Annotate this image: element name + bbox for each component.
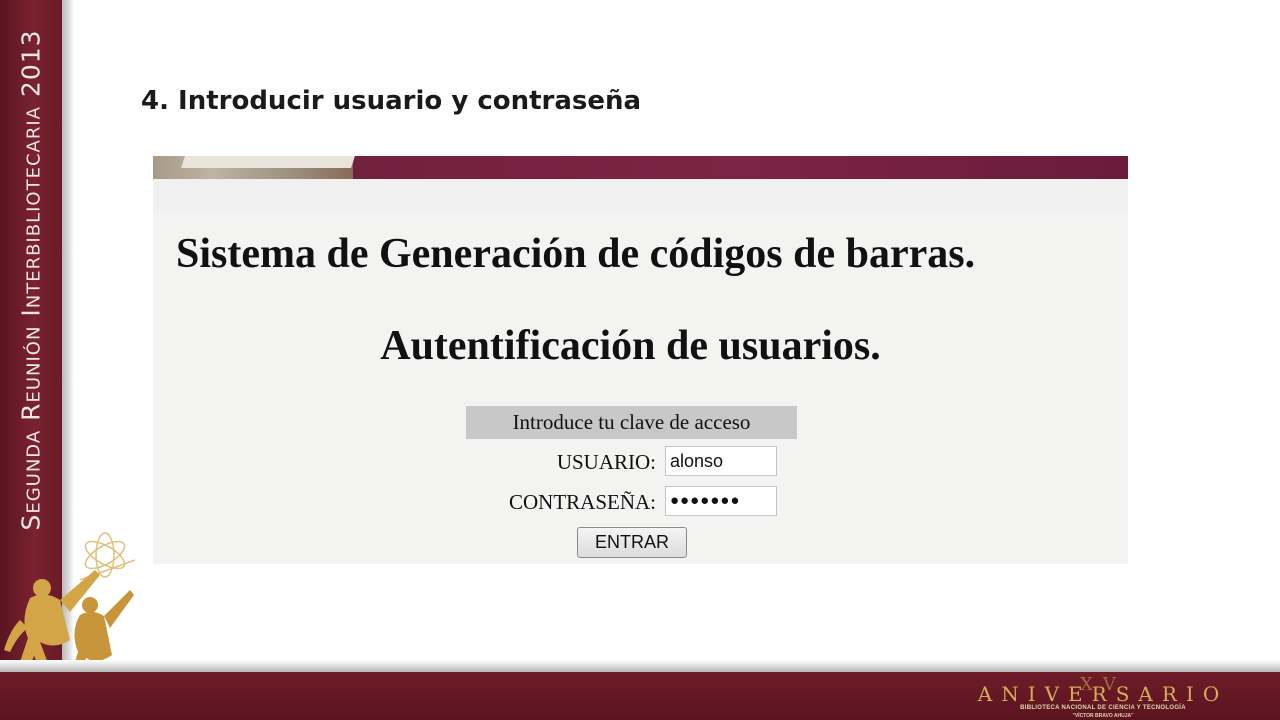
slide-heading: 4. Introducir usuario y contraseña [141, 86, 642, 116]
anniversary-line2: "VÍCTOR BRAVO AHUJA" [1072, 713, 1134, 719]
user-input[interactable]: alonso [665, 446, 777, 476]
user-label: USUARIO: [556, 450, 656, 474]
login-screenshot: Sistema de Generación de códigos de barr… [153, 156, 1128, 564]
enter-button[interactable]: ENTRAR [577, 527, 687, 558]
password-label: CONTRASEÑA: [508, 490, 656, 514]
side-title: Segunda Reunión Interbibliotecaria 2013 [16, 29, 46, 531]
anniversary-word: ANIVERSARIO [977, 682, 1229, 706]
system-title: Sistema de Generación de códigos de barr… [176, 231, 976, 277]
auth-title: Autentificación de usuarios. [380, 323, 881, 369]
banner-card-image [181, 156, 355, 168]
form-header: Introduce tu clave de acceso [466, 406, 797, 439]
banner-photo [153, 156, 355, 179]
site-banner [153, 156, 1128, 179]
password-input[interactable]: ●●●●●●● [665, 486, 777, 516]
banner-spacer [153, 179, 1128, 212]
anniversary-logo: XV ANIVERSARIO BIBLIOTECA NACIONAL DE CI… [948, 674, 1258, 720]
anniversary-line1: BIBLIOTECA NACIONAL DE CIENCIA Y TECNOLO… [1020, 705, 1186, 711]
